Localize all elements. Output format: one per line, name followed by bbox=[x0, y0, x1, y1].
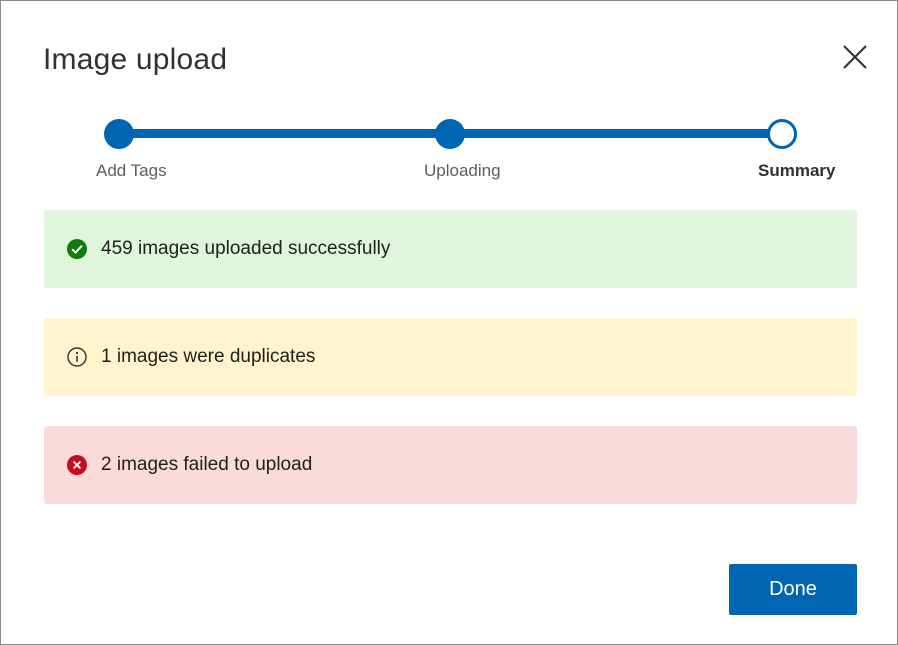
step-dot-add-tags bbox=[104, 119, 134, 149]
step-dot-summary bbox=[767, 119, 797, 149]
check-circle-icon bbox=[67, 239, 87, 259]
error-message-text: 2 images failed to upload bbox=[101, 454, 313, 475]
success-message-bar: 459 images uploaded successfully bbox=[44, 210, 857, 288]
step-label-uploading: Uploading bbox=[424, 161, 501, 180]
close-icon bbox=[843, 45, 867, 69]
success-message-text: 459 images uploaded successfully bbox=[101, 238, 391, 259]
step-connector-2 bbox=[463, 129, 769, 138]
duplicate-message-bar: 1 images were duplicates bbox=[44, 318, 857, 396]
duplicate-message-text: 1 images were duplicates bbox=[101, 346, 316, 367]
image-upload-dialog: Image upload Add Tags Uploading Summary … bbox=[0, 0, 898, 645]
done-button[interactable]: Done bbox=[729, 564, 857, 615]
step-connector-1 bbox=[133, 129, 437, 138]
info-circle-icon bbox=[67, 347, 87, 367]
progress-stepper: Add Tags Uploading Summary bbox=[1, 1, 898, 201]
step-label-add-tags: Add Tags bbox=[96, 161, 167, 180]
close-button[interactable] bbox=[839, 41, 871, 73]
error-circle-icon bbox=[67, 455, 87, 475]
step-dot-uploading bbox=[435, 119, 465, 149]
error-message-bar: 2 images failed to upload bbox=[44, 426, 857, 504]
dialog-title: Image upload bbox=[43, 43, 228, 76]
step-label-summary: Summary bbox=[758, 161, 836, 180]
